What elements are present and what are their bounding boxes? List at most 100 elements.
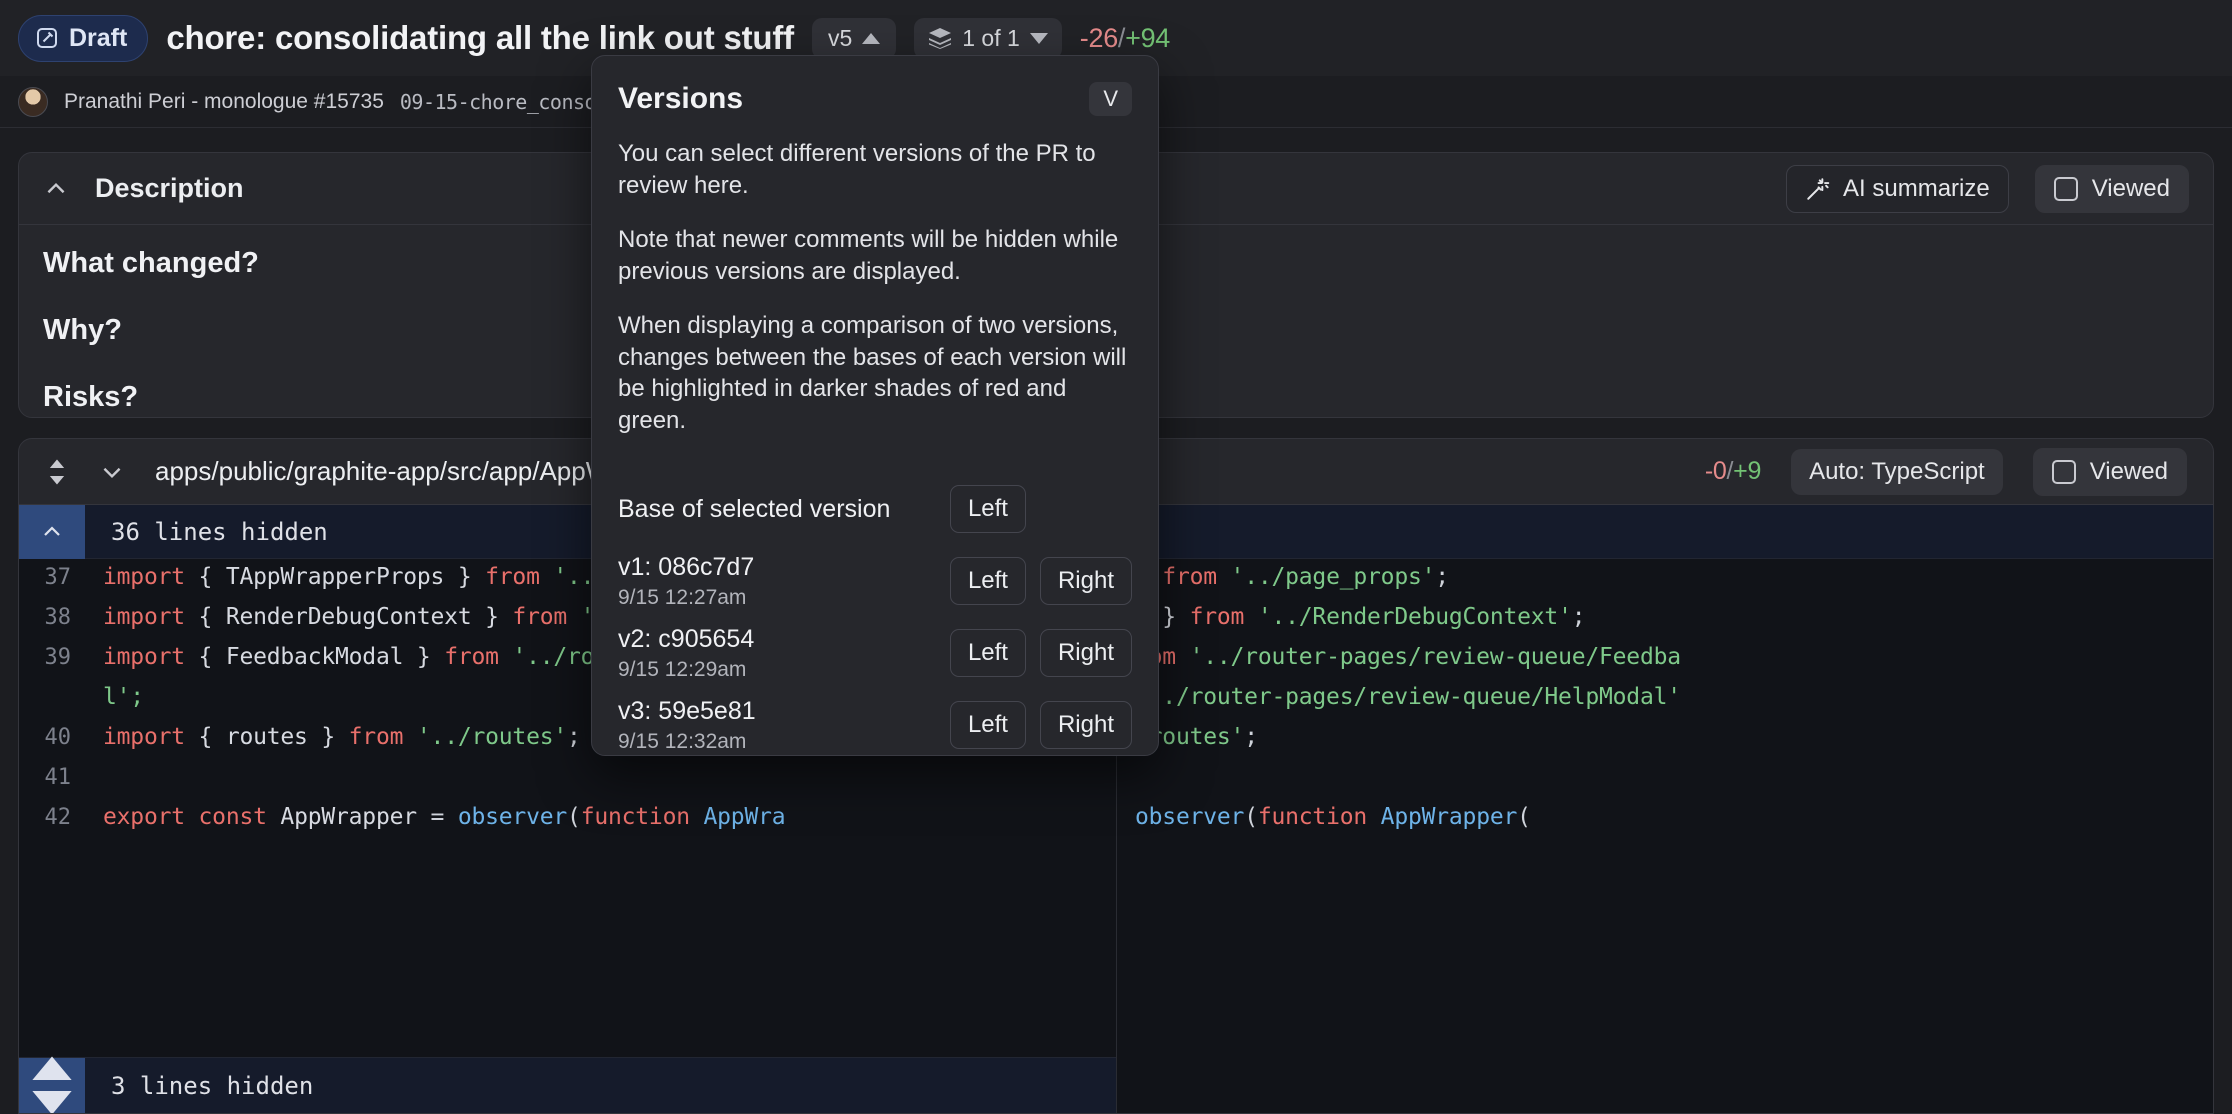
chevron-down-icon[interactable] <box>99 459 125 485</box>
pr-review-app: Draft chore: consolidating all the link … <box>0 0 2232 1114</box>
code-token: '../routes' <box>417 724 567 750</box>
code-text: /routes'; <box>1117 719 2213 759</box>
code-token: ( <box>1244 804 1258 830</box>
draft-status-badge[interactable]: Draft <box>18 15 148 62</box>
version-timestamp: 9/15 12:32am <box>618 730 936 754</box>
diff-code-row[interactable]: } from '../page_props'; <box>1117 559 2213 599</box>
hidden-lines-label: 36 lines hidden <box>85 518 328 546</box>
code-token: { FeedbackModal } <box>199 644 445 670</box>
code-token: '../router-pages/review-queue/HelpModal' <box>1135 684 1681 710</box>
code-token: function <box>1258 804 1381 830</box>
version-row: v3: 59e5e81 9/15 12:32am Left Right <box>618 689 1132 756</box>
diff-code-row[interactable]: observer(function AppWrapper( <box>1117 799 2213 839</box>
checkbox-unchecked-icon[interactable] <box>2052 460 2076 484</box>
versions-popover: Versions V You can select different vers… <box>591 55 1159 756</box>
select-left-version-button[interactable]: Left <box>950 701 1026 749</box>
expand-hidden-lines-button[interactable] <box>19 505 85 559</box>
code-token: from <box>512 604 580 630</box>
versions-shortcut-badge[interactable]: V <box>1089 82 1132 116</box>
stack-chip-label: 1 of 1 <box>962 25 1020 52</box>
versions-title: Versions <box>618 82 743 116</box>
code-token: import <box>103 644 199 670</box>
line-number: 37 <box>19 559 85 599</box>
page-title: Description <box>95 173 244 204</box>
version-row: v1: 086c7d79/15 12:27am Left Right <box>618 545 1132 617</box>
viewed-toggle-file[interactable]: Viewed <box>2033 448 2187 496</box>
code-token: import <box>103 564 199 590</box>
select-right-version-button[interactable]: Right <box>1040 701 1132 749</box>
code-token: { RenderDebugContext } <box>199 604 513 630</box>
versions-help-paragraph: Note that newer comments will be hidden … <box>618 224 1132 288</box>
version-row-base: Base of selected versionLeftRight <box>618 473 1132 545</box>
expand-hidden-lines-button[interactable] <box>19 1058 85 1114</box>
diff-code-row[interactable]: 42export const AppWrapper = observer(fun… <box>19 799 1116 839</box>
code-token: '../RenderDebugContext' <box>1258 604 1572 630</box>
select-left-version-button[interactable]: Left <box>950 557 1026 605</box>
version-info: Base of selected version <box>618 494 936 524</box>
line-number: 39 <box>19 639 85 679</box>
code-token: ; <box>1572 604 1586 630</box>
code-token: = <box>431 804 458 830</box>
viewed-toggle-description[interactable]: Viewed <box>2035 165 2189 213</box>
code-token: '../router-pages/review-queue/Feedba <box>1190 644 1681 670</box>
author-and-pr-number: Pranathi Peri - monologue #15735 <box>64 90 384 114</box>
version-info: v1: 086c7d79/15 12:27am <box>618 552 936 610</box>
diff-code-row[interactable]: 41 <box>19 759 1116 799</box>
code-text <box>1117 759 2213 799</box>
code-token: function <box>581 804 704 830</box>
expand-collapse-icon[interactable] <box>45 458 69 486</box>
chevron-up-icon[interactable] <box>43 176 69 202</box>
checkbox-unchecked-icon[interactable] <box>2054 177 2078 201</box>
deletions-count: -26 <box>1080 23 1118 53</box>
stack-selector-chip[interactable]: 1 of 1 <box>914 18 1062 59</box>
diff-stat-summary: -26/+94 <box>1080 23 1170 54</box>
code-token: AppWra <box>704 804 786 830</box>
hidden-lines-label: 3 lines hidden <box>85 1072 313 1100</box>
hidden-lines-row-bottom[interactable]: 3 lines hidden <box>19 1057 1116 1113</box>
code-token <box>103 764 117 790</box>
code-token: AppWrapper <box>280 804 430 830</box>
pr-title: chore: consolidating all the link out st… <box>166 19 794 57</box>
code-token: const <box>199 804 281 830</box>
pencil-square-icon <box>35 26 59 50</box>
code-text: t } from '../RenderDebugContext'; <box>1117 599 2213 639</box>
diff-code-row[interactable]: t } from '../RenderDebugContext'; <box>1117 599 2213 639</box>
code-token: import <box>103 724 199 750</box>
select-left-version-button[interactable]: Left <box>950 629 1026 677</box>
code-text: '../router-pages/review-queue/HelpModal' <box>1117 679 2213 719</box>
version-row: v2: c9056549/15 12:29am Left Right <box>618 617 1132 689</box>
code-token: ( <box>1517 804 1531 830</box>
code-token: { TAppWrapperProps } <box>199 564 486 590</box>
ai-summarize-label: AI summarize <box>1843 175 1990 203</box>
diff-code-row[interactable]: '../router-pages/review-queue/HelpModal' <box>1117 679 2213 719</box>
line-number <box>19 679 85 719</box>
code-token: from <box>1162 564 1230 590</box>
version-name: Base of selected version <box>618 494 936 524</box>
code-token: AppWrapper <box>1381 804 1517 830</box>
select-right-version-button[interactable]: Right <box>1040 557 1132 605</box>
line-number: 41 <box>19 759 85 799</box>
viewed-label: Viewed <box>2092 175 2170 203</box>
file-diff-stat: -0/+9 <box>1705 457 1761 486</box>
diff-code-row[interactable]: /routes'; <box>1117 719 2213 759</box>
version-name: v3: 59e5e81 <box>618 696 936 726</box>
versions-popover-header: Versions V <box>618 82 1132 116</box>
code-token: from <box>349 724 417 750</box>
versions-list: Base of selected versionLeftRightv1: 086… <box>618 473 1132 756</box>
language-selector-chip[interactable]: Auto: TypeScript <box>1791 449 2003 495</box>
version-info: v2: c9056549/15 12:29am <box>618 624 936 682</box>
version-name: v2: c905654 <box>618 624 936 654</box>
diff-code-row[interactable]: rom '../router-pages/review-queue/Feedba <box>1117 639 2213 679</box>
versions-help-paragraph: When displaying a comparison of two vers… <box>618 310 1132 438</box>
code-token: ; <box>1435 564 1449 590</box>
code-token: ; <box>1244 724 1258 750</box>
line-number: 42 <box>19 799 85 839</box>
layers-icon <box>928 27 952 49</box>
code-text: observer(function AppWrapper( <box>1117 799 2213 839</box>
diff-code-row[interactable] <box>1117 759 2213 799</box>
file-deletions-count: -0 <box>1705 457 1727 485</box>
version-selector-chip[interactable]: v5 <box>812 18 896 59</box>
select-right-version-button[interactable]: Right <box>1040 629 1132 677</box>
ai-summarize-button[interactable]: AI summarize <box>1786 165 2009 213</box>
select-left-version-button[interactable]: Left <box>950 485 1026 533</box>
